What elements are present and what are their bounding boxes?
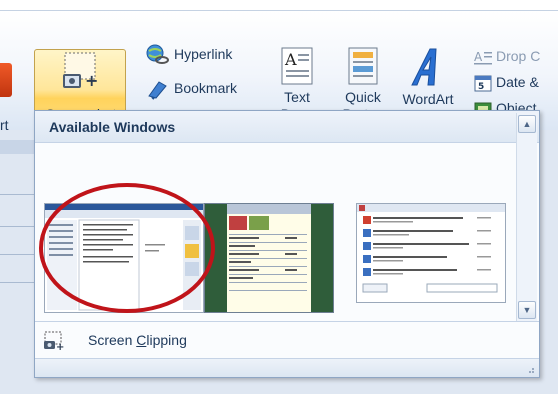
date-time-label: Date & bbox=[496, 74, 539, 90]
drop-cap-button[interactable]: A Drop C bbox=[474, 45, 540, 67]
svg-text:+: + bbox=[85, 71, 98, 90]
dropdown-footer bbox=[35, 358, 539, 377]
screen-clipping-label: Screen Clipping bbox=[88, 332, 187, 348]
screen-clipping-icon: + bbox=[44, 331, 64, 351]
screenshot-icon: + bbox=[63, 52, 98, 90]
hyperlink-label: Hyperlink bbox=[174, 46, 233, 62]
quick-parts-icon bbox=[348, 47, 378, 85]
screen-clipping-button[interactable]: + Screen Clipping bbox=[35, 324, 539, 358]
bookmark-button[interactable]: Bookmark bbox=[146, 77, 238, 101]
text-box-label-1: Text bbox=[284, 89, 310, 105]
bookmark-icon bbox=[148, 81, 167, 101]
svg-text:5: 5 bbox=[478, 82, 484, 92]
window-thumbnail[interactable] bbox=[204, 203, 334, 313]
hyperlink-button[interactable]: Hyperlink bbox=[146, 43, 232, 65]
highlight-circle bbox=[39, 183, 215, 313]
svg-text:A: A bbox=[474, 50, 483, 64]
quick-parts-label-1: Quick bbox=[345, 89, 381, 105]
svg-text:+: + bbox=[56, 342, 64, 351]
divider bbox=[35, 321, 539, 322]
calendar-icon: 5 bbox=[474, 75, 492, 92]
shapes-icon[interactable] bbox=[0, 63, 12, 97]
available-windows-header: Available Windows bbox=[35, 111, 539, 143]
scroll-down-icon[interactable]: ▼ bbox=[518, 301, 536, 319]
drop-cap-icon: A bbox=[474, 50, 492, 65]
drop-cap-label: Drop C bbox=[496, 48, 541, 64]
scroll-up-icon[interactable]: ▲ bbox=[518, 115, 536, 133]
screenshot-dropdown: Available Windows ▲ ▼ + Screen Clipping bbox=[34, 110, 540, 378]
spreadsheet-window-preview bbox=[205, 204, 333, 312]
gallery-scrollbar[interactable]: ▲ ▼ bbox=[516, 113, 537, 321]
window-thumbnail[interactable] bbox=[356, 203, 506, 303]
wordart-label: WordArt bbox=[402, 91, 454, 107]
svg-text:A: A bbox=[284, 50, 297, 69]
date-time-button[interactable]: 5 Date & bbox=[474, 71, 539, 93]
text-box-icon: A bbox=[281, 47, 313, 85]
wordart-icon bbox=[411, 48, 437, 86]
globe-link-icon bbox=[146, 44, 169, 65]
resize-grip-icon[interactable] bbox=[525, 364, 535, 374]
file-list-window-preview bbox=[357, 204, 505, 293]
bookmark-label: Bookmark bbox=[174, 80, 238, 96]
